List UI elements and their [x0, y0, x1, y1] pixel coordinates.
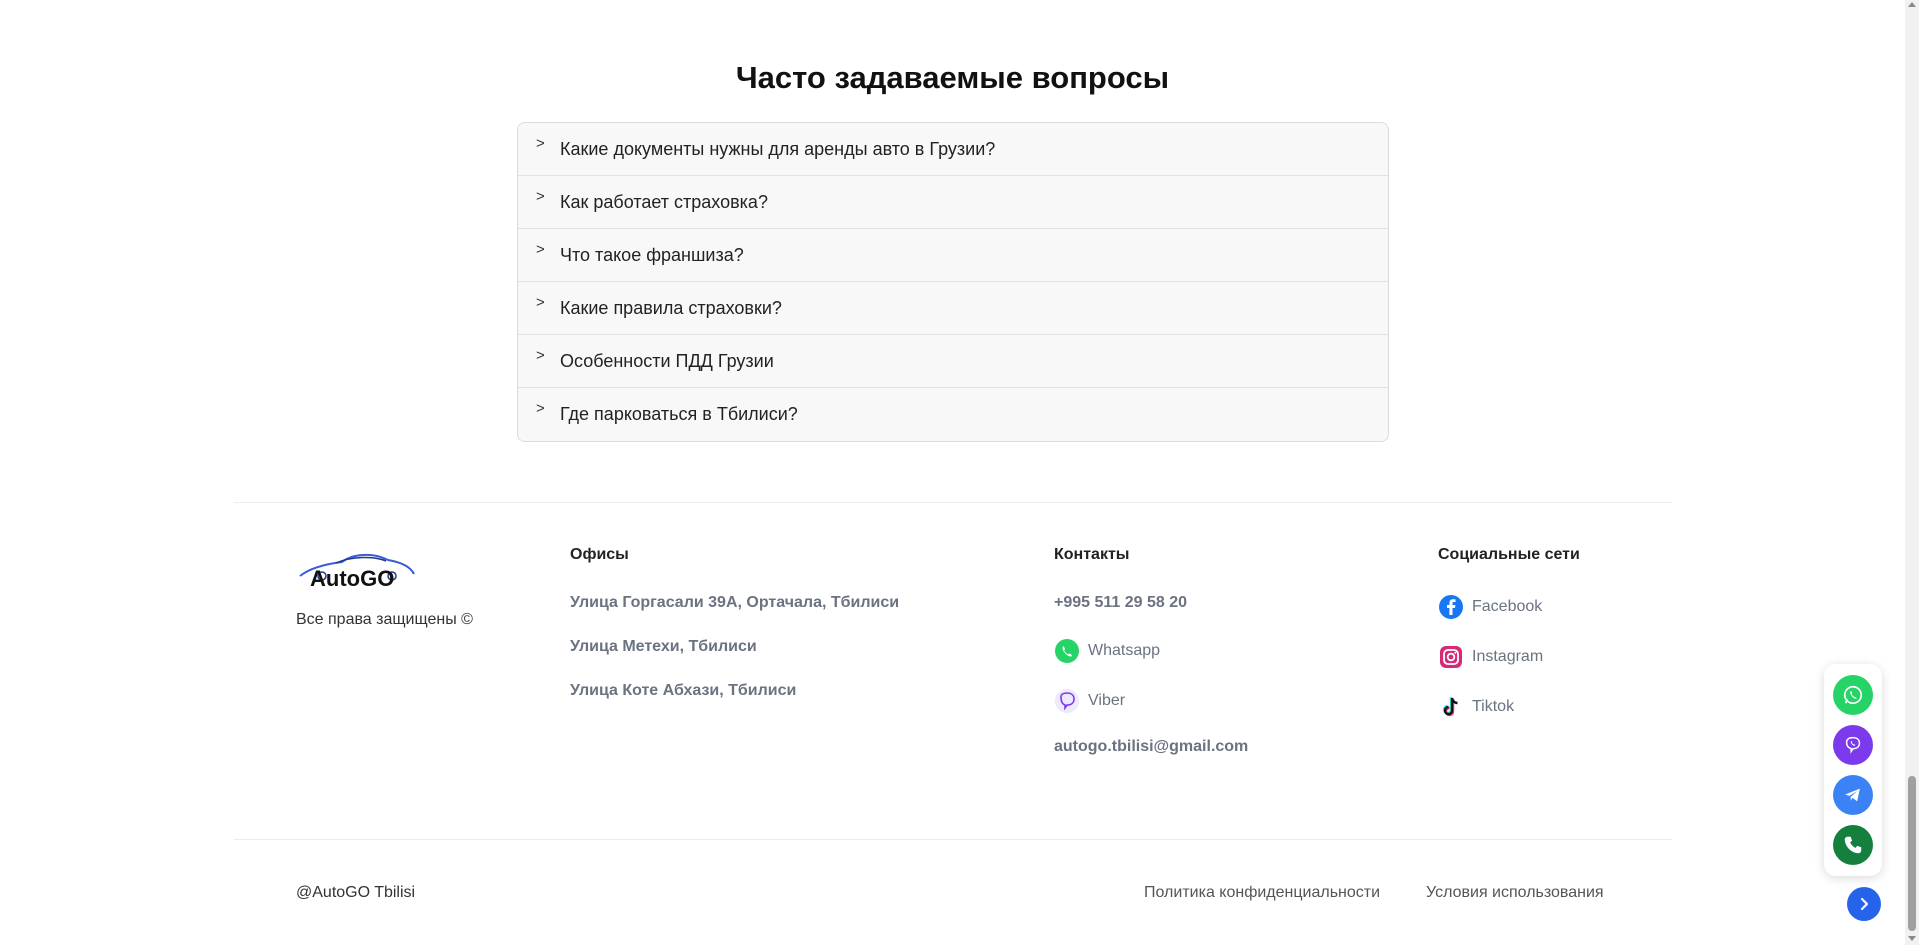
chevron-right-icon: [1860, 897, 1869, 911]
faq-question: Что такое франшиза?: [560, 244, 744, 265]
faq-question: Где парковаться в Тбилиси?: [560, 404, 798, 424]
facebook-label: Facebook: [1472, 598, 1543, 615]
offices-title: Офисы: [570, 546, 629, 563]
whatsapp-icon: [1055, 639, 1079, 663]
contact-phone-link[interactable]: +995 511 29 58 20: [1054, 594, 1187, 612]
scrollbar-thumb[interactable]: [1908, 776, 1916, 931]
contacts-title: Контакты: [1054, 546, 1130, 563]
scroll-down-arrow-icon[interactable]: [1908, 936, 1916, 941]
viber-label: Viber: [1088, 692, 1126, 709]
float-whatsapp-button[interactable]: [1833, 675, 1873, 715]
faq-question: Особенности ПДД Грузии: [560, 350, 774, 371]
faq-accordion: > Какие документы нужны для аренды авто …: [517, 122, 1389, 442]
faq-title: Часто задаваемые вопросы: [735, 60, 1170, 95]
rights-text: Все права защищены ©: [296, 611, 473, 628]
chevron-right-icon: >: [536, 240, 545, 258]
float-telegram-button[interactable]: [1833, 775, 1873, 815]
faq-question: Какие документы нужны для аренды авто в …: [560, 138, 996, 159]
phone-icon: [1844, 836, 1862, 854]
office-address-1: Улица Горгасали 39А, Ортачала, Тбилиси: [570, 594, 900, 611]
tiktok-label: Tiktok: [1472, 698, 1515, 715]
logo-text[interactable]: AutoGO: [310, 566, 394, 592]
faq-item-traffic-rules[interactable]: > Особенности ПДД Грузии: [518, 335, 1388, 388]
terms-of-use-link[interactable]: Условия использования: [1426, 884, 1604, 902]
contact-whatsapp-link[interactable]: Whatsapp: [1054, 638, 1160, 664]
social-facebook-link[interactable]: Facebook: [1438, 594, 1542, 620]
viber-icon: [1055, 689, 1079, 713]
copyright-text: @AutoGO Tbilisi: [296, 884, 416, 901]
faq-item-insurance-rules[interactable]: > Какие правила страховки?: [518, 282, 1388, 335]
float-phone-button[interactable]: [1833, 825, 1873, 865]
faq-item-documents[interactable]: > Какие документы нужны для аренды авто …: [518, 123, 1388, 176]
floating-contact-panel: [1824, 664, 1882, 876]
float-viber-button[interactable]: [1833, 725, 1873, 765]
viber-icon: [1845, 736, 1861, 754]
social-instagram-link[interactable]: Instagram: [1438, 644, 1543, 670]
chevron-right-icon: >: [536, 134, 545, 152]
office-address-2: Улица Метехи, Тбилиси: [570, 638, 757, 655]
chevron-right-icon: >: [536, 400, 545, 417]
whatsapp-label: Whatsapp: [1088, 642, 1161, 659]
whatsapp-icon: [1843, 685, 1863, 705]
instagram-label: Instagram: [1472, 648, 1544, 665]
telegram-icon: [1845, 788, 1860, 802]
social-tiktok-link[interactable]: Tiktok: [1438, 694, 1514, 720]
contact-email-link[interactable]: autogo.tbilisi@gmail.com: [1054, 738, 1248, 756]
scroll-up-arrow-icon[interactable]: [1908, 2, 1916, 7]
faq-item-insurance[interactable]: > Как работает страховка?: [518, 176, 1388, 229]
footer-divider-top: [234, 502, 1672, 503]
faq-question: Какие правила страховки?: [560, 297, 782, 318]
contact-viber-link[interactable]: Viber: [1054, 688, 1125, 714]
instagram-icon: [1440, 646, 1462, 668]
faq-item-franchise[interactable]: > Что такое франшиза?: [518, 229, 1388, 282]
office-address-3: Улица Коте Абхази, Тбилиси: [570, 682, 797, 699]
chevron-right-icon: >: [536, 346, 545, 364]
faq-item-parking[interactable]: > Где парковаться в Тбилиси?: [518, 388, 1388, 441]
privacy-policy-link[interactable]: Политика конфиденциальности: [1144, 884, 1380, 902]
chevron-right-icon: >: [536, 187, 545, 205]
faq-question: Как работает страховка?: [560, 191, 768, 212]
scroll-toggle-button[interactable]: [1847, 887, 1881, 921]
tiktok-icon: [1442, 697, 1458, 717]
facebook-icon: [1439, 595, 1463, 619]
chevron-right-icon: >: [536, 293, 545, 311]
footer-divider-bottom: [234, 839, 1672, 840]
social-title: Социальные сети: [1438, 546, 1580, 563]
